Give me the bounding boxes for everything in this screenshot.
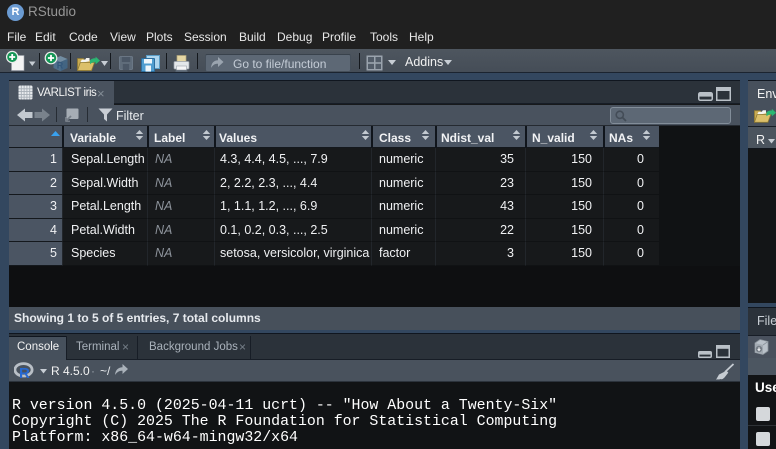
svg-text:R: R (57, 61, 64, 71)
svg-text:R: R (19, 365, 30, 379)
